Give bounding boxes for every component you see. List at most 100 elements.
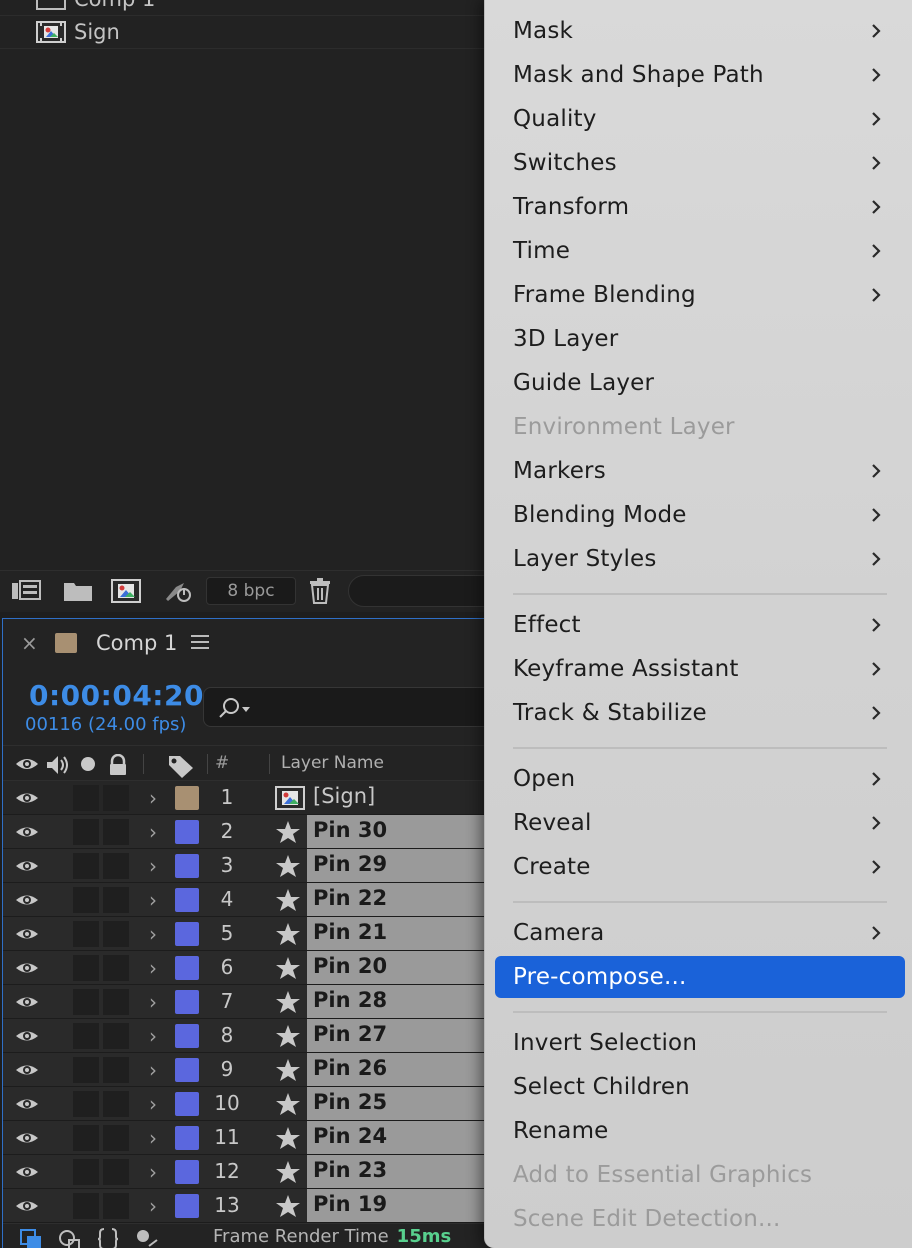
label-color-swatch[interactable] (175, 1194, 199, 1218)
solo-switch[interactable] (73, 989, 99, 1015)
layer-name[interactable]: Pin 21 (313, 920, 387, 944)
solo-icon[interactable] (79, 754, 97, 774)
label-color-swatch[interactable] (175, 854, 199, 878)
solo-switch[interactable] (73, 1091, 99, 1117)
eye-icon[interactable] (15, 1163, 39, 1185)
layer-name[interactable]: Pin 19 (313, 1192, 387, 1216)
chevron-right-icon[interactable]: › (149, 990, 157, 1014)
solo-switch[interactable] (73, 1057, 99, 1083)
eye-icon[interactable] (15, 1061, 39, 1083)
comp-flowchart-icon[interactable] (19, 1228, 45, 1248)
lock-switch[interactable] (103, 1125, 129, 1151)
menu-item-track-stabilize[interactable]: Track & Stabilize (495, 692, 905, 734)
layer-name-header[interactable]: Layer Name (281, 753, 384, 773)
chevron-right-icon[interactable]: › (149, 854, 157, 878)
solo-switch[interactable] (73, 955, 99, 981)
menu-item-guide-layer[interactable]: Guide Layer (495, 362, 905, 404)
menu-item-select-children[interactable]: Select Children (495, 1066, 905, 1108)
menu-item-camera[interactable]: Camera (495, 912, 905, 954)
current-time-display[interactable]: 0:00:04:20 (29, 679, 204, 712)
label-color-swatch[interactable] (175, 1160, 199, 1184)
label-color-swatch[interactable] (175, 1126, 199, 1150)
label-color-swatch[interactable] (175, 786, 199, 810)
menu-item-layer-styles[interactable]: Layer Styles (495, 538, 905, 580)
eye-icon[interactable] (15, 857, 39, 879)
layer-name[interactable]: Pin 20 (313, 954, 387, 978)
solo-switch[interactable] (73, 819, 99, 845)
solo-switch[interactable] (73, 1159, 99, 1185)
chevron-right-icon[interactable]: › (149, 820, 157, 844)
eye-icon[interactable] (15, 925, 39, 947)
layer-name[interactable]: Pin 24 (313, 1124, 387, 1148)
menu-item-blending-mode[interactable]: Blending Mode (495, 494, 905, 536)
lock-switch[interactable] (103, 989, 129, 1015)
menu-item-mask[interactable]: Mask (495, 10, 905, 52)
lock-switch[interactable] (103, 921, 129, 947)
eye-icon[interactable] (15, 959, 39, 981)
lock-switch[interactable] (103, 955, 129, 981)
menu-item-create[interactable]: Create (495, 846, 905, 888)
menu-item-reveal[interactable]: Reveal (495, 802, 905, 844)
menu-item-frame-blending[interactable]: Frame Blending (495, 274, 905, 316)
solo-switch[interactable] (73, 785, 99, 811)
chevron-right-icon[interactable]: › (149, 786, 157, 810)
menu-item-open[interactable]: Open (495, 758, 905, 800)
lock-switch[interactable] (103, 819, 129, 845)
label-color-swatch[interactable] (175, 1092, 199, 1116)
layer-name[interactable]: Pin 23 (313, 1158, 387, 1182)
chevron-right-icon[interactable]: › (149, 1024, 157, 1048)
menu-item-transform[interactable]: Transform (495, 186, 905, 228)
menu-item-3d-layer[interactable]: 3D Layer (495, 318, 905, 360)
eye-icon[interactable] (15, 1027, 39, 1049)
eye-icon[interactable] (15, 1197, 39, 1219)
menu-item-keyframe-assistant[interactable]: Keyframe Assistant (495, 648, 905, 690)
layer-name[interactable]: Pin 26 (313, 1056, 387, 1080)
label-color-swatch[interactable] (175, 990, 199, 1014)
expression-braces-icon[interactable] (95, 1228, 121, 1248)
menu-item-markers[interactable]: Markers (495, 450, 905, 492)
eye-icon[interactable] (15, 823, 39, 845)
label-color-swatch[interactable] (175, 820, 199, 844)
lock-switch[interactable] (103, 1057, 129, 1083)
chevron-right-icon[interactable]: › (149, 1126, 157, 1150)
blend-mode-toggle-icon[interactable] (57, 1228, 83, 1248)
solo-switch[interactable] (73, 1125, 99, 1151)
eye-icon[interactable] (15, 993, 39, 1015)
label-tag-icon[interactable] (167, 754, 195, 778)
interpret-footage-icon[interactable] (10, 577, 42, 605)
eye-icon[interactable] (15, 754, 39, 774)
panel-menu-icon[interactable] (191, 635, 209, 651)
menu-item-quality[interactable]: Quality (495, 98, 905, 140)
lock-switch[interactable] (103, 1193, 129, 1219)
menu-item-pre-compose[interactable]: Pre-compose... (495, 956, 905, 998)
layer-name[interactable]: Pin 29 (313, 852, 387, 876)
label-color-swatch[interactable] (175, 956, 199, 980)
eye-icon[interactable] (15, 789, 39, 811)
new-composition-icon[interactable] (110, 577, 142, 605)
solo-switch[interactable] (73, 853, 99, 879)
label-color-swatch[interactable] (175, 922, 199, 946)
chevron-right-icon[interactable]: › (149, 956, 157, 980)
solo-switch[interactable] (73, 1023, 99, 1049)
menu-item-rename[interactable]: Rename (495, 1110, 905, 1152)
label-color-swatch[interactable] (175, 1024, 199, 1048)
lock-switch[interactable] (103, 887, 129, 913)
trash-icon[interactable] (304, 577, 336, 605)
eye-icon[interactable] (15, 891, 39, 913)
motion-blur-icon[interactable] (133, 1228, 161, 1248)
lock-switch[interactable] (103, 1091, 129, 1117)
chevron-right-icon[interactable]: › (149, 1194, 157, 1218)
lock-switch[interactable] (103, 1159, 129, 1185)
label-color-swatch[interactable] (175, 1058, 199, 1082)
timeline-search-input[interactable] (203, 687, 503, 727)
layer-name[interactable]: Pin 30 (313, 818, 387, 842)
menu-item-effect[interactable]: Effect (495, 604, 905, 646)
menu-item-time[interactable]: Time (495, 230, 905, 272)
menu-item-invert-selection[interactable]: Invert Selection (495, 1022, 905, 1064)
chevron-right-icon[interactable]: › (149, 1092, 157, 1116)
menu-item-switches[interactable]: Switches (495, 142, 905, 184)
lock-icon[interactable] (107, 754, 129, 776)
eye-icon[interactable] (15, 1095, 39, 1117)
solo-switch[interactable] (73, 887, 99, 913)
chevron-right-icon[interactable]: › (149, 1160, 157, 1184)
